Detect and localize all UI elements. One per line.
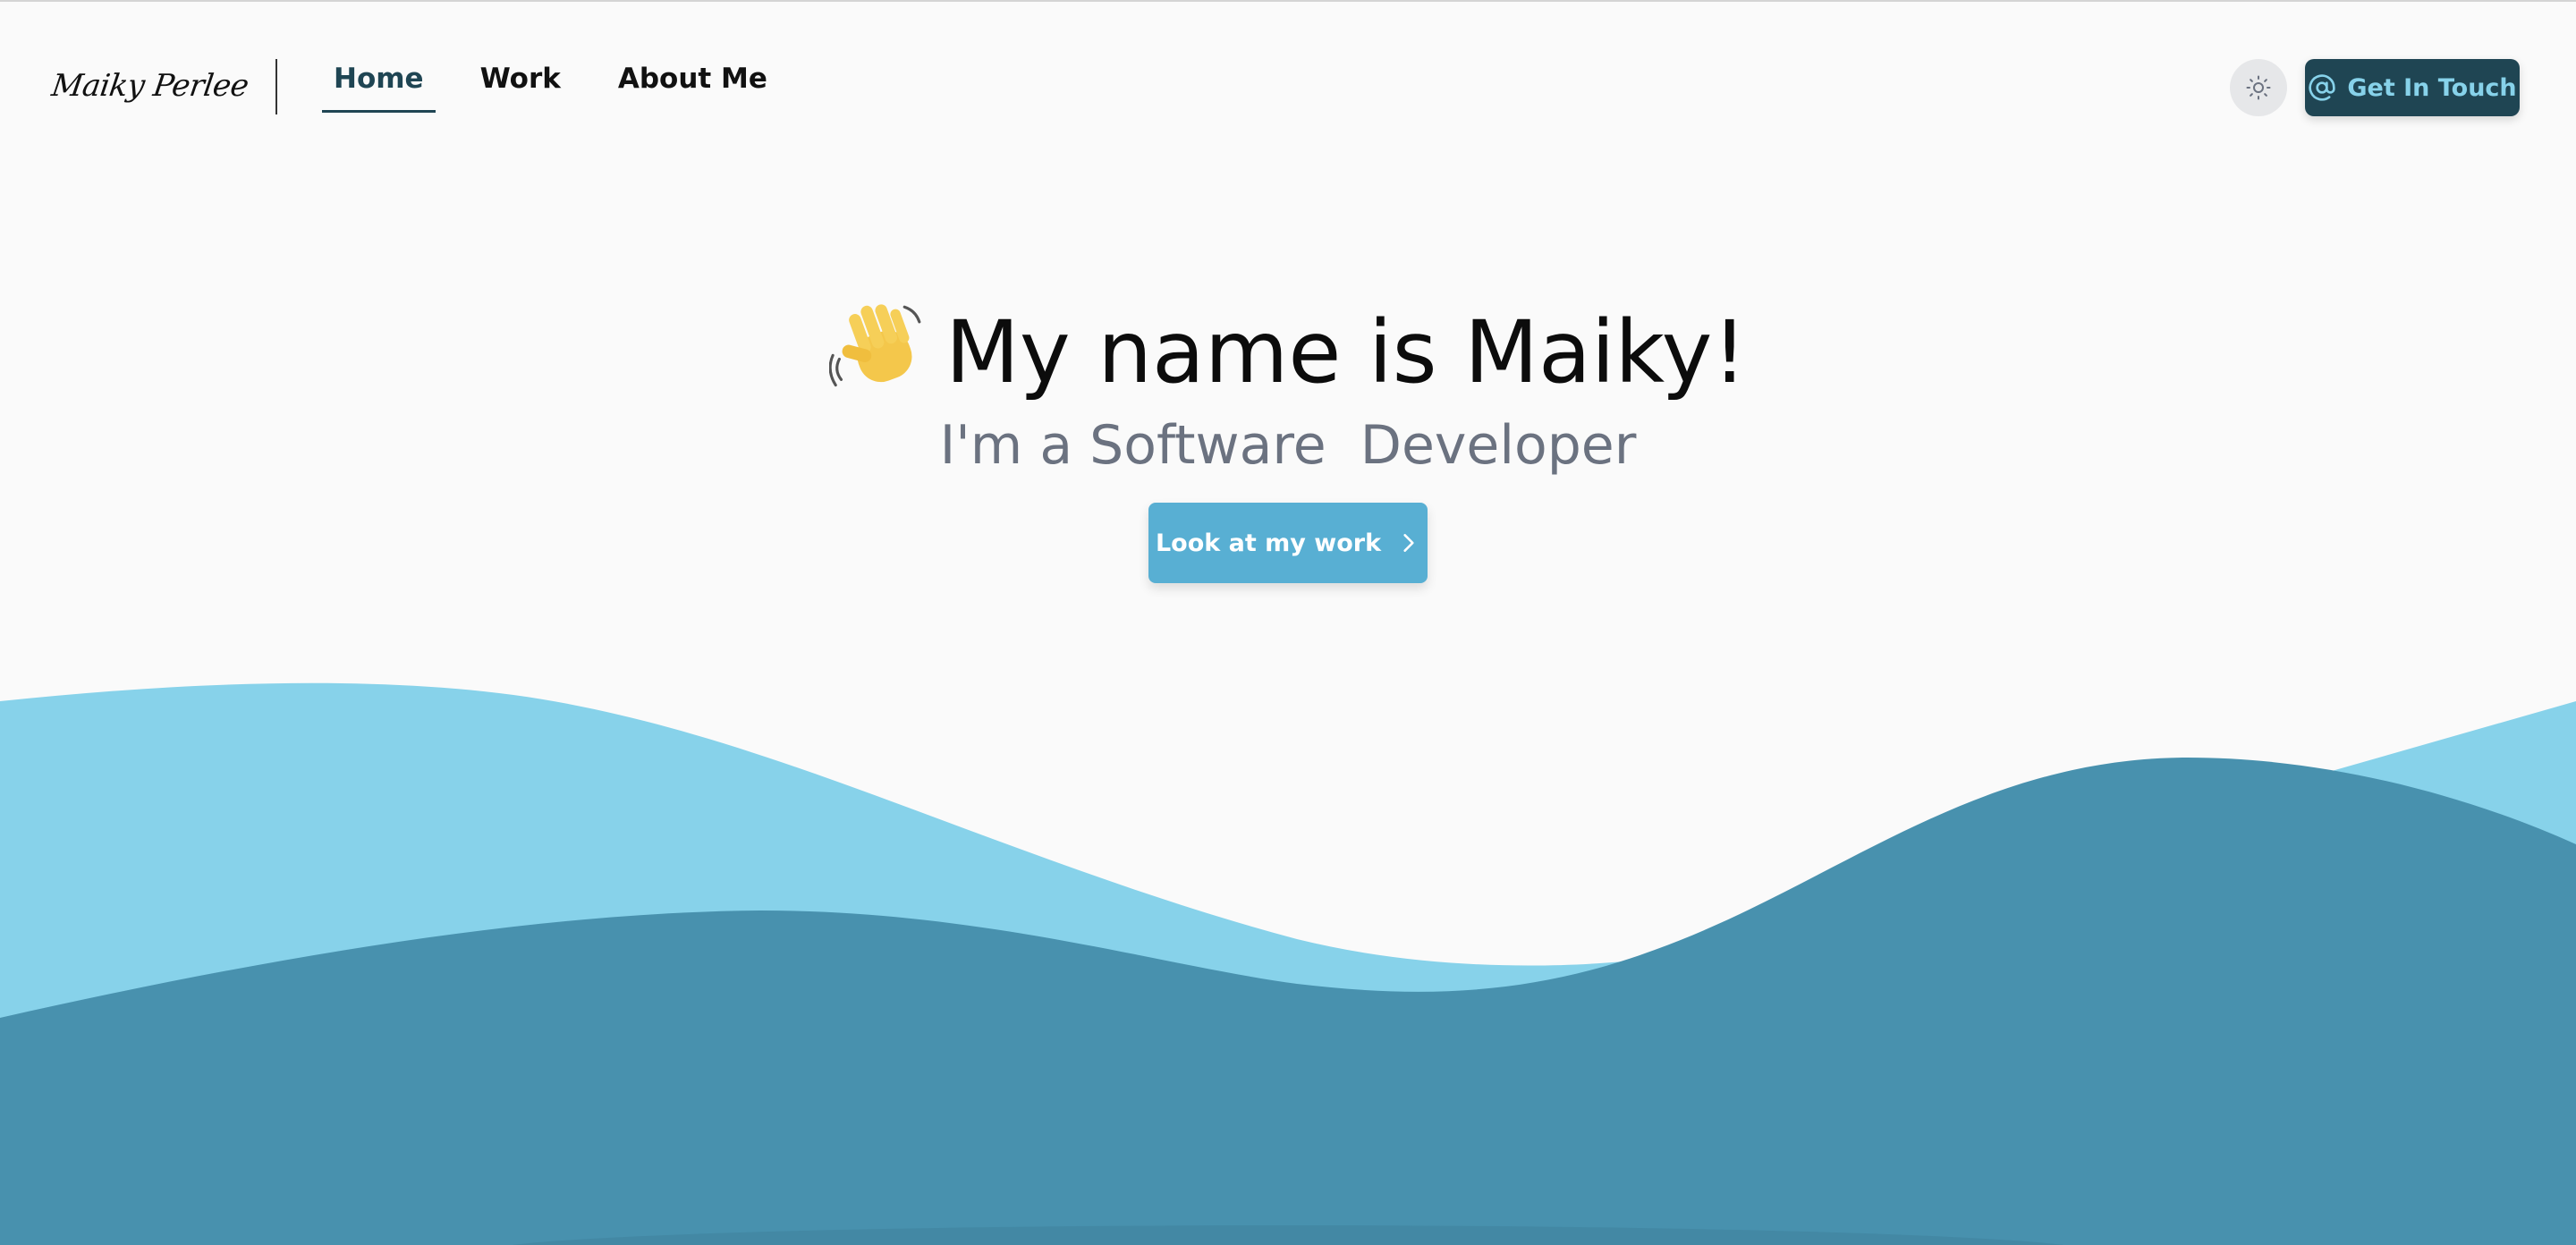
nav-item-work[interactable]: Work [468,54,573,113]
hero-subtitle: I'm a Software Developer [939,414,1637,477]
look-at-my-work-label: Look at my work [1155,529,1382,557]
nav-item-about-me[interactable]: About Me [606,54,780,113]
header-divider [275,59,277,114]
look-at-my-work-button[interactable]: Look at my work [1148,503,1428,583]
top-border [0,0,2576,2]
waving-hand-icon [829,304,921,387]
theme-toggle-button[interactable] [2230,59,2287,116]
chevron-right-icon [1403,534,1414,552]
logo[interactable]: Maiky Perlee [49,59,250,113]
hero-title-text: My name is Maiky! [945,302,1747,402]
nav-item-home[interactable]: Home [322,54,436,113]
page: Maiky Perlee Home Work About Me Get In T… [0,0,2576,1245]
logo-signature: Maiky Perlee [49,68,251,104]
main-nav: Home Work About Me [322,54,812,116]
get-in-touch-button[interactable]: Get In Touch [2305,59,2520,116]
sun-icon [2246,75,2271,100]
get-in-touch-label: Get In Touch [2347,73,2517,102]
hero-title: My name is Maiky! [0,297,2576,408]
at-sign-icon [2309,74,2336,101]
hero-waves [0,682,2576,1245]
